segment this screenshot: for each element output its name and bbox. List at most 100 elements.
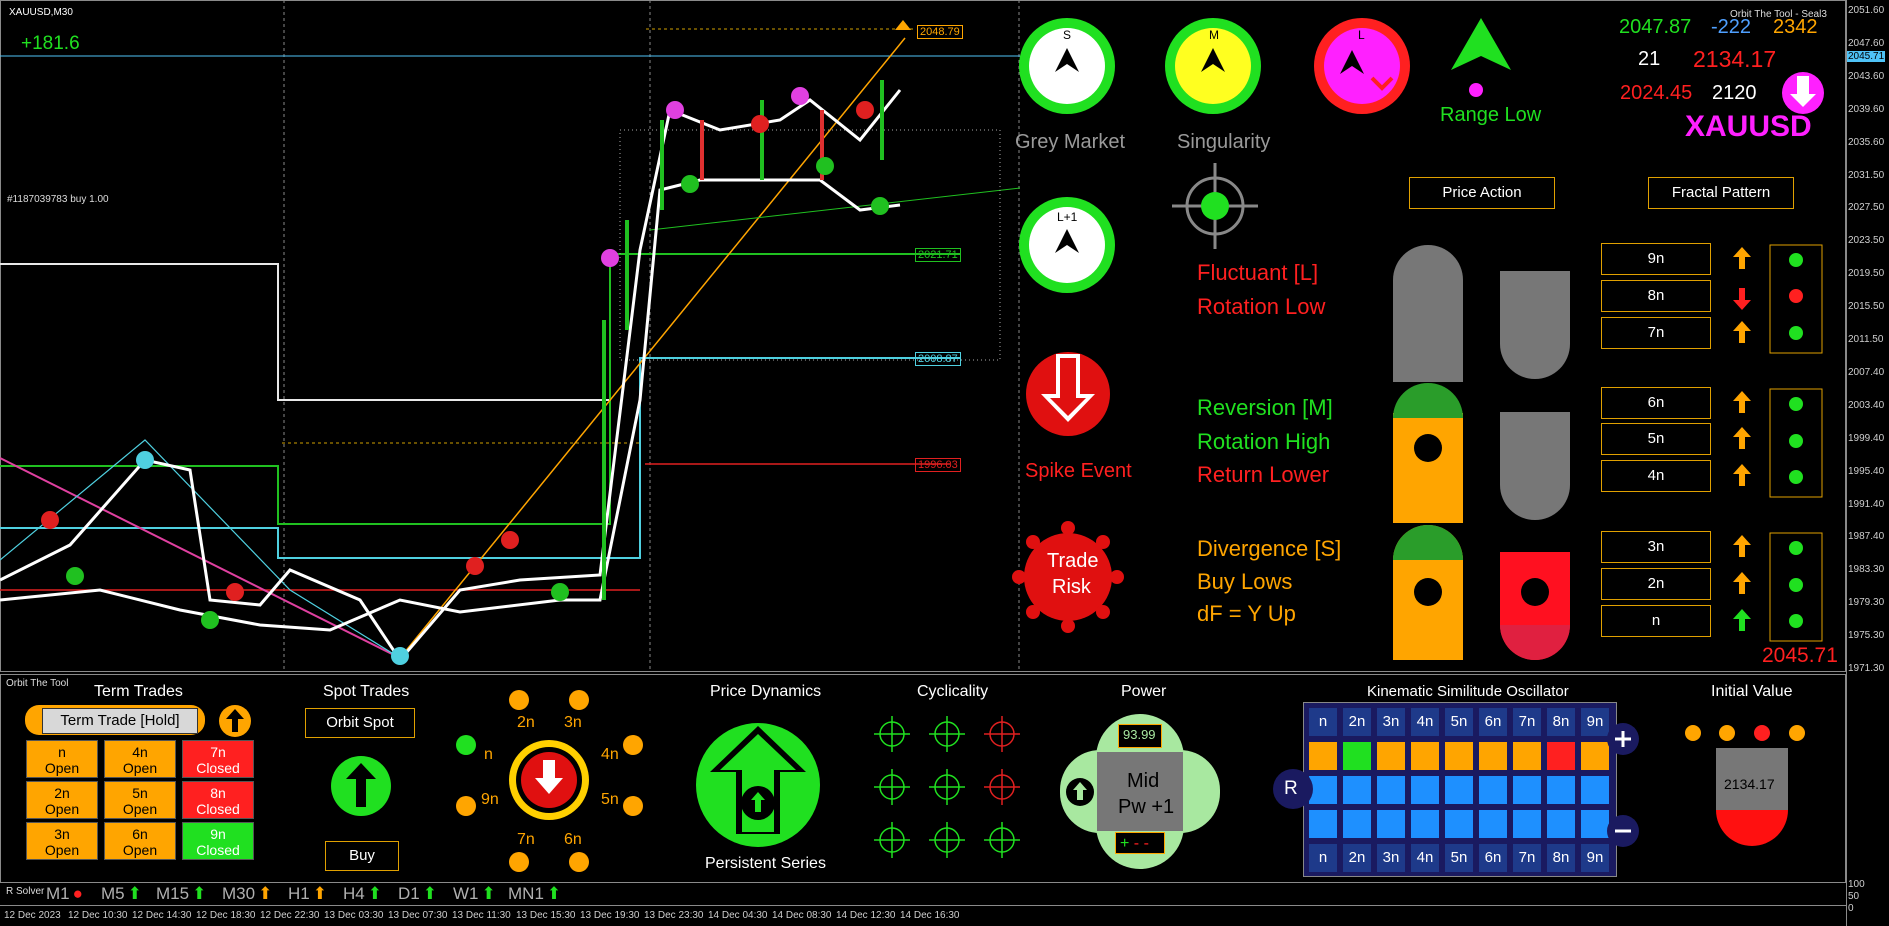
timeframe-d1[interactable]: D1 ⬆ <box>398 884 437 904</box>
term-cell[interactable]: 3n Open <box>26 822 98 860</box>
kso-cell[interactable] <box>1512 809 1542 839</box>
power-pw: Pw +1 <box>1118 796 1175 818</box>
kso-cell[interactable] <box>1308 809 1338 839</box>
term-cell[interactable]: 5n Open <box>104 781 176 819</box>
price-tick: 2047.60 <box>1848 37 1885 49</box>
fractal-row-8n[interactable]: 8n <box>1601 280 1711 312</box>
kso-plus-icon[interactable] <box>1606 722 1640 756</box>
fractal-row-2n[interactable]: 2n <box>1601 568 1711 600</box>
range-low-arrow-icon <box>1451 18 1511 97</box>
fractal-row-3n[interactable]: 3n <box>1601 531 1711 563</box>
stat-c: 2342 <box>1773 16 1818 38</box>
price-tick: 2003.40 <box>1848 399 1885 411</box>
term-cell[interactable]: 2n Open <box>26 781 98 819</box>
price-tick: 2039.60 <box>1848 103 1885 115</box>
orbit-spot-button[interactable]: Orbit Spot <box>305 708 415 738</box>
kso-cell[interactable] <box>1546 809 1576 839</box>
kso-minus-icon[interactable] <box>1606 814 1640 848</box>
current-price-tag: 2045.71 <box>1847 51 1886 62</box>
term-up-arrow-icon <box>219 705 251 737</box>
stat-g: 2120 <box>1712 82 1757 104</box>
up-arrow-icon: ⬆ <box>422 884 437 903</box>
kso-head-cell: 3n <box>1376 707 1406 737</box>
term-cell[interactable]: 4n Open <box>104 740 176 778</box>
fractal-pattern-button[interactable]: Fractal Pattern <box>1648 177 1794 209</box>
timeframe-m1[interactable]: M1 ● <box>46 884 83 904</box>
kso-cell[interactable] <box>1376 775 1406 805</box>
kso-cell[interactable] <box>1410 809 1440 839</box>
kso-cell[interactable] <box>1512 775 1542 805</box>
fractal-row-n[interactable]: n <box>1601 605 1711 637</box>
price-tick: 2051.60 <box>1848 5 1885 16</box>
kso-cell[interactable] <box>1410 741 1440 771</box>
kso-cell[interactable] <box>1342 775 1372 805</box>
kso-cell[interactable] <box>1376 741 1406 771</box>
price-chart-svg <box>0 0 1020 672</box>
timeframe-mn1[interactable]: MN1 ⬆ <box>508 884 561 904</box>
kso-cell[interactable] <box>1308 741 1338 771</box>
up-arrow-icon: ⬆ <box>312 884 327 903</box>
kso-cell[interactable] <box>1512 741 1542 771</box>
kso-head-cell: 7n <box>1512 843 1542 873</box>
up-arrow-icon: ⬆ <box>127 884 142 903</box>
kso-cell[interactable] <box>1376 809 1406 839</box>
price-tick: 2031.50 <box>1848 169 1885 181</box>
time-label: 12 Dec 18:30 <box>196 910 256 921</box>
term-cell[interactable]: n Open <box>26 740 98 778</box>
sub-tick: 50 <box>1848 891 1860 902</box>
kso-grid[interactable]: n 2n 3n 4n 5n 6n 7n 8n 9n n 2n 3n 4n 5n 6n 7n 8n 9n <box>1303 702 1617 877</box>
kso-title: Kinematic Similitude Oscillator <box>1367 683 1569 700</box>
timeframe-h1[interactable]: H1 ⬆ <box>288 884 327 904</box>
buy-button[interactable]: Buy <box>325 841 399 871</box>
kso-cell[interactable] <box>1342 741 1372 771</box>
timeframe-m15[interactable]: M15 ⬆ <box>156 884 206 904</box>
up-arrow-icon: ⬆ <box>258 884 273 903</box>
term-cell[interactable]: 7n Closed <box>182 740 254 778</box>
time-label: 13 Dec 19:30 <box>580 910 640 921</box>
compass-l1-label: L+1 <box>1057 210 1078 224</box>
fractal-row-9n[interactable]: 9n <box>1601 243 1711 275</box>
kso-cell[interactable] <box>1478 741 1508 771</box>
kso-cell[interactable] <box>1410 775 1440 805</box>
term-cell[interactable]: 6n Open <box>104 822 176 860</box>
timeframe-w1[interactable]: W1 ⬆ <box>453 884 496 904</box>
kso-cell[interactable] <box>1546 741 1576 771</box>
state-s-title: Divergence [S] <box>1197 536 1342 561</box>
kso-head-cell: 5n <box>1444 707 1474 737</box>
kso-cell[interactable] <box>1444 809 1474 839</box>
kso-head-cell: 4n <box>1410 843 1440 873</box>
initial-value-title: Initial Value <box>1711 683 1793 700</box>
trade-risk-label-2: Risk <box>1052 576 1091 598</box>
state-m-sub1: Rotation High <box>1197 429 1331 454</box>
kso-r-label: R <box>1284 778 1298 799</box>
timeframe-h4[interactable]: H4 ⬆ <box>343 884 382 904</box>
kso-cell[interactable] <box>1546 775 1576 805</box>
term-trade-hold-button[interactable]: Term Trade [Hold] <box>42 708 198 734</box>
kso-cell[interactable] <box>1580 775 1610 805</box>
kso-cell[interactable] <box>1444 775 1474 805</box>
fractal-row-6n[interactable]: 6n <box>1601 387 1711 419</box>
kso-cell[interactable] <box>1478 809 1508 839</box>
initial-value-pill <box>1716 748 1788 846</box>
up-arrow-icon: ⬆ <box>546 884 562 903</box>
kso-cell[interactable] <box>1478 775 1508 805</box>
ring-label-9n: 9n <box>481 791 499 808</box>
price-tick: 1975.30 <box>1848 630 1885 642</box>
ring-label-6n: 6n <box>564 831 582 848</box>
fractal-row-7n[interactable]: 7n <box>1601 317 1711 349</box>
range-low-label: Range Low <box>1440 104 1542 126</box>
term-cell[interactable]: 8n Closed <box>182 781 254 819</box>
fractal-row-5n[interactable]: 5n <box>1601 423 1711 455</box>
timeframe-bar <box>0 883 1846 906</box>
timeframe-m5[interactable]: M5 ⬆ <box>101 884 142 904</box>
kso-cell[interactable] <box>1444 741 1474 771</box>
stat-f: 2024.45 <box>1620 82 1693 104</box>
kso-cell[interactable] <box>1342 809 1372 839</box>
price-tick: 1987.40 <box>1848 531 1885 543</box>
timeframe-m30[interactable]: M30 ⬆ <box>222 884 272 904</box>
fractal-row-4n[interactable]: 4n <box>1601 460 1711 492</box>
stat-a: 2047.87 <box>1619 16 1692 38</box>
power-pm-box[interactable]: + - - <box>1115 832 1165 854</box>
term-cell[interactable]: 9n Closed <box>182 822 254 860</box>
price-action-button[interactable]: Price Action <box>1409 177 1555 209</box>
